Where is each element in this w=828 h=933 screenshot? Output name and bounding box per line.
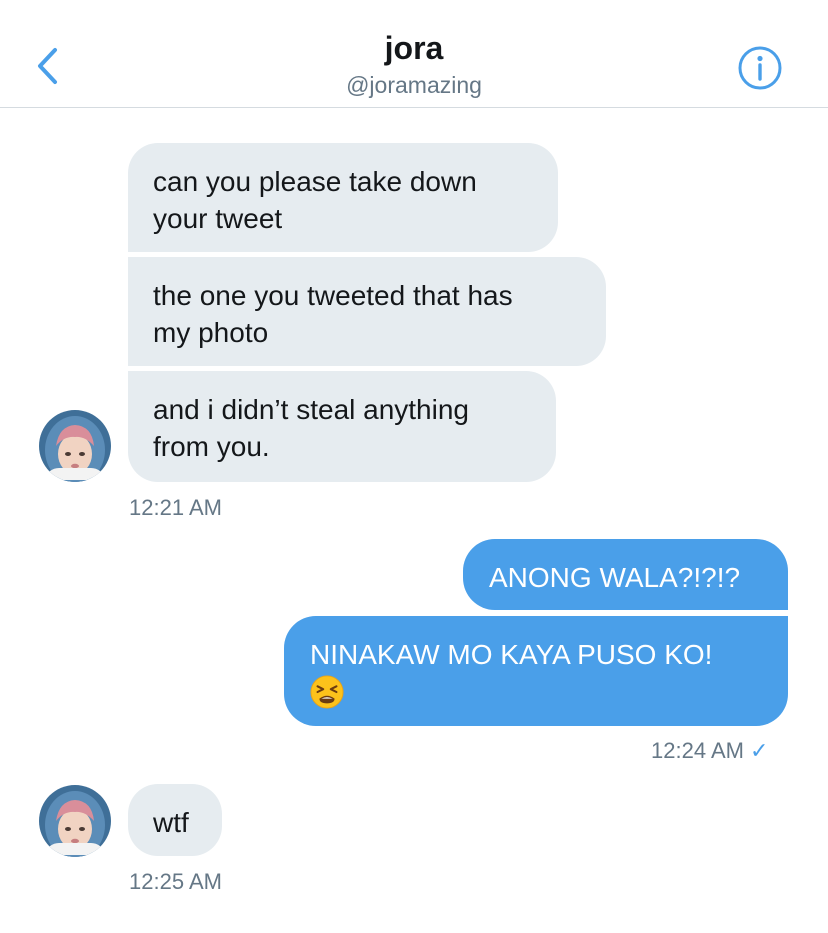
message-text: can you please take down your tweet bbox=[153, 166, 477, 234]
message-text: wtf bbox=[153, 807, 189, 838]
message-bubble[interactable]: and i didn’t steal anything from you. bbox=[128, 371, 556, 482]
message-bubble[interactable]: can you please take down your tweet bbox=[128, 143, 558, 252]
message-text: NINAKAW MO KAYA PUSO KO! bbox=[310, 639, 713, 670]
conversation-header: jora @joramazing bbox=[0, 0, 828, 108]
message-timestamp: 12:25 AM bbox=[129, 869, 222, 894]
avatar[interactable] bbox=[39, 410, 111, 482]
avatar-photo bbox=[39, 410, 111, 482]
message-bubble[interactable]: ANONG WALA?!?!? bbox=[463, 539, 788, 610]
conversation-handle[interactable]: @joramazing bbox=[0, 72, 828, 99]
message-timestamp: 12:21 AM bbox=[129, 495, 222, 520]
avatar-photo bbox=[39, 785, 111, 857]
conversation-title[interactable]: jora bbox=[0, 30, 828, 67]
info-button[interactable] bbox=[737, 45, 783, 91]
message-text: ANONG WALA?!?!? bbox=[489, 562, 741, 593]
avatar[interactable] bbox=[39, 785, 111, 857]
message-bubble[interactable]: wtf bbox=[128, 784, 222, 856]
message-text: and i didn’t steal anything from you. bbox=[153, 394, 469, 462]
message-bubble[interactable]: NINAKAW MO KAYA PUSO KO! bbox=[284, 616, 788, 726]
message-bubble[interactable]: the one you tweeted that has my photo bbox=[128, 257, 606, 366]
message-text: the one you tweeted that has my photo bbox=[153, 280, 513, 348]
info-icon bbox=[738, 46, 782, 90]
read-check-icon: ✓ bbox=[749, 738, 769, 763]
message-timestamp: 12:24 AM ✓ bbox=[651, 738, 768, 764]
tired-face-emoji bbox=[310, 675, 344, 709]
timestamp-text: 12:24 AM bbox=[651, 738, 744, 763]
